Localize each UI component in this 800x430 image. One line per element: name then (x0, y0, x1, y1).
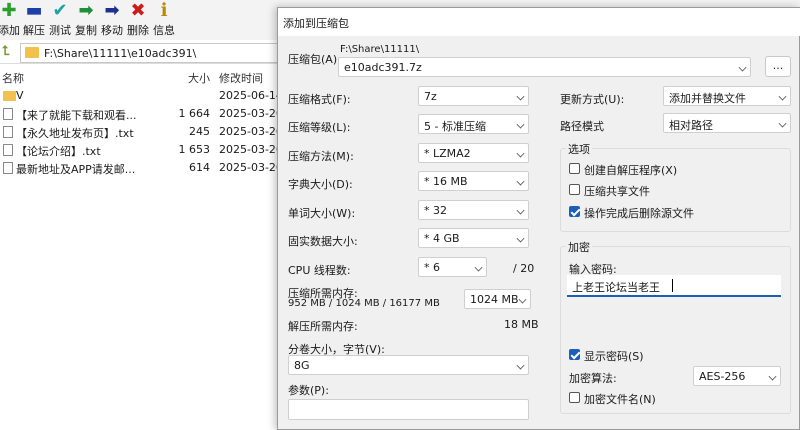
chevron-down-icon (516, 234, 525, 243)
show-password-label: 显示密码(S) (584, 350, 644, 363)
folder-icon (25, 47, 39, 58)
cpu-threads-select[interactable]: * 6 (418, 257, 487, 277)
extract-button[interactable]: ▬ 解压 (22, 0, 46, 40)
chevron-down-icon (474, 263, 483, 272)
path-mode-label: 路径模式 (560, 120, 604, 133)
file-icon (3, 126, 13, 138)
method-select[interactable]: * LZMA2 (418, 143, 529, 163)
cpu-threads-total: / 20 (513, 262, 535, 275)
shared-files-label: 压缩共享文件 (584, 185, 650, 198)
format-select[interactable]: 7z (418, 86, 529, 106)
move-arrow-icon: ➡ (104, 0, 120, 21)
options-group-title: 选项 (566, 141, 592, 157)
archive-name-combo[interactable]: e10adc391.7z (338, 57, 751, 77)
file-icon (3, 162, 13, 174)
chevron-down-icon (778, 92, 787, 101)
method-label: 压缩方法(M): (288, 150, 354, 163)
dialog-titlebar: 添加到压缩包 (278, 8, 800, 36)
format-label: 压缩格式(F): (288, 93, 351, 106)
delete-x-icon: ✖ (130, 0, 146, 21)
check-icon: ✔ (52, 0, 68, 21)
solid-size-label: 固实数据大小: (288, 235, 358, 248)
decompress-memory-value: 18 MB (504, 318, 539, 331)
solid-size-select[interactable]: * 4 GB (418, 228, 529, 248)
shared-files-checkbox[interactable] (569, 184, 580, 195)
info-button[interactable]: ℹ 信息 (152, 0, 176, 40)
chevron-down-icon (516, 361, 525, 370)
move-button[interactable]: ➡ 移动 (100, 0, 124, 40)
update-mode-label: 更新方式(U): (560, 93, 625, 106)
word-size-label: 单词大小(W): (288, 207, 356, 220)
up-folder-icon[interactable]: ⮤ (2, 44, 16, 60)
show-password-checkbox[interactable] (569, 349, 580, 360)
column-name[interactable]: 名称 (2, 70, 24, 86)
chevron-down-icon (516, 149, 525, 158)
password-input[interactable]: 上老王论坛当老王 (567, 275, 781, 297)
chevron-down-icon (516, 206, 525, 215)
chevron-down-icon (516, 92, 525, 101)
browse-button[interactable]: ... (765, 56, 791, 77)
decompress-memory-label: 解压所需内存: (288, 320, 358, 333)
dialog-title: 添加到压缩包 (283, 17, 349, 30)
address-text: F:\Share\11111\e10adc391\ (44, 47, 197, 60)
sfx-label: 创建自解压程序(X) (584, 164, 678, 177)
minus-icon: ▬ (25, 0, 43, 21)
archive-label: 压缩包(A): (288, 53, 341, 66)
update-mode-select[interactable]: 添加并替换文件 (663, 86, 791, 106)
delete-after-checkbox[interactable] (569, 206, 580, 217)
file-icon (3, 144, 13, 156)
address-input[interactable]: F:\Share\11111\e10adc391\ (20, 43, 290, 63)
chevron-down-icon (768, 372, 777, 381)
text-caret (672, 279, 673, 292)
add-button[interactable]: ✚ 添加 (0, 0, 20, 40)
word-size-select[interactable]: * 32 (418, 200, 529, 220)
encrypt-names-checkbox[interactable] (569, 392, 580, 403)
compress-memory-detail: 952 MB / 1024 MB / 16177 MB (288, 298, 440, 309)
dictionary-label: 字典大小(D): (288, 178, 353, 191)
column-modified[interactable]: 修改时间 (219, 70, 263, 86)
chevron-down-icon (516, 177, 525, 186)
level-label: 压缩等级(L): (288, 121, 351, 134)
cpu-threads-label: CPU 线程数: (288, 264, 351, 277)
folder-icon (3, 91, 16, 101)
path-mode-select[interactable]: 相对路径 (663, 113, 791, 133)
encrypt-names-label: 加密文件名(N) (584, 393, 656, 406)
column-size[interactable]: 大小 (188, 70, 210, 86)
delete-after-label: 操作完成后删除源文件 (584, 207, 694, 220)
split-size-combo[interactable]: 8G (288, 355, 529, 375)
copy-arrow-icon: ➡ (78, 0, 94, 21)
info-icon: ℹ (160, 0, 168, 21)
copy-button[interactable]: ➡ 复制 (74, 0, 98, 40)
parameters-input[interactable] (288, 399, 529, 420)
delete-button[interactable]: ✖ 删除 (126, 0, 150, 40)
add-to-archive-dialog: 添加到压缩包 压缩包(A): F:\Share\11111\ e10adc391… (277, 7, 800, 430)
chevron-down-icon (778, 119, 787, 128)
file-icon (3, 108, 13, 120)
encryption-group-title: 加密 (566, 239, 592, 255)
encryption-method-label: 加密算法: (569, 372, 617, 385)
test-button[interactable]: ✔ 测试 (48, 0, 72, 40)
plus-icon: ✚ (1, 0, 17, 21)
memory-limit-select[interactable]: 1024 MB (464, 289, 531, 309)
chevron-down-icon (518, 295, 527, 304)
archive-path: F:\Share\11111\ (340, 44, 420, 55)
dictionary-select[interactable]: * 16 MB (418, 171, 529, 191)
level-select[interactable]: 5 - 标准压缩 (418, 114, 529, 134)
parameters-label: 参数(P): (288, 384, 329, 397)
sfx-checkbox[interactable] (569, 163, 580, 174)
encryption-method-select[interactable]: AES-256 (693, 366, 781, 386)
chevron-down-icon (516, 120, 525, 129)
chevron-down-icon (738, 63, 747, 72)
